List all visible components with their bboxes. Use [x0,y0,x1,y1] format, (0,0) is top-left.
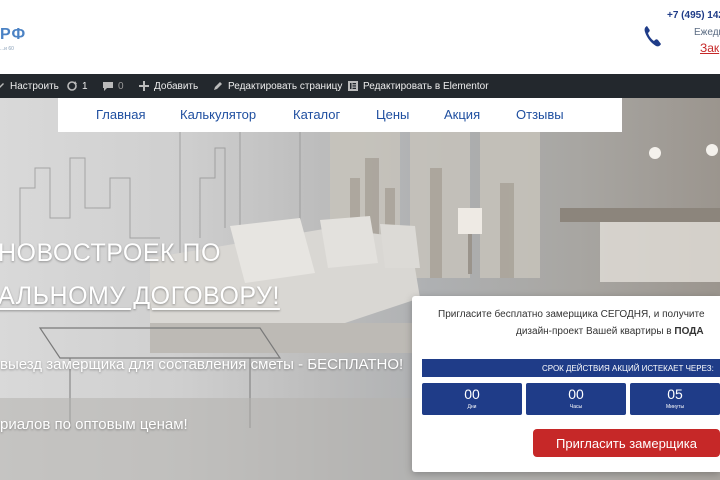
countdown-minutes: 05 Минуты [630,383,720,415]
admin-comments-count: 0 [118,80,124,92]
hero-title-line2: АЛЬНОМУ ДОГОВОРУ! [0,282,280,310]
countdown-hours-label: Часы [569,404,583,410]
comment-icon [102,80,114,92]
brush-icon [0,80,6,92]
offer-text-line2: дизайн-проект Вашей квартиры в ПОДА [516,326,704,337]
offer-text-line2-bold: ПОДА [674,326,704,337]
nav-reviews[interactable]: Отзывы [516,107,564,122]
countdown-minutes-value: 05 [667,386,683,402]
offer-text-line1: Пригласите бесплатно замерщика СЕГОДНЯ, … [438,309,705,320]
refresh-icon [66,80,78,92]
order-call-link[interactable]: Зак [700,41,719,55]
nav-prices[interactable]: Цены [376,107,409,122]
countdown-days: 00 Дни [422,383,522,415]
offer-text-line2-prefix: дизайн-проект Вашей квартиры в [516,326,675,337]
countdown-days-value: 00 [464,386,480,402]
admin-comments[interactable]: 0 [102,74,124,98]
pencil-icon [212,80,224,92]
admin-edit-page-label: Редактировать страницу [228,80,343,92]
admin-updates[interactable]: 1 [66,74,88,98]
admin-edit-elementor[interactable]: Редактировать в Elementor [347,74,489,98]
admin-customize-label: Настроить [10,80,59,92]
hero-benefit-2: риалов по оптовым ценам! [0,416,188,433]
nav-promo[interactable]: Акция [444,107,480,122]
phone-number[interactable]: +7 (495) 142- [667,10,720,21]
site-logo[interactable]: РФ ...и 60 [0,26,26,52]
hero-title-line1: НОВОСТРОЕК ПО [0,239,221,267]
admin-add-new[interactable]: Добавить [138,74,198,98]
admin-add-new-label: Добавить [154,80,199,92]
logo-subtitle: ...и 60 [0,46,14,52]
nav-calculator[interactable]: Калькулятор [180,107,256,122]
countdown-hours: 00 Часы [526,383,626,415]
working-hours: Ежедн [694,27,720,38]
hero-benefit-1: выезд замерщика для составления сметы - … [0,356,404,373]
main-nav: Главная Калькулятор Каталог Цены Акция О… [58,98,622,132]
elementor-icon [347,80,359,92]
site-header: РФ ...и 60 +7 (495) 142- Ежедн Зак [0,0,720,68]
logo-text: РФ [0,26,27,43]
admin-edit-elementor-label: Редактировать в Elementor [363,80,489,92]
admin-bar: Настроить 1 0 Добавить Редактировать стр… [0,74,720,98]
phone-icon [644,26,661,47]
countdown-minutes-label: Минуты [665,404,685,410]
admin-edit-page[interactable]: Редактировать страницу [212,74,342,98]
plus-icon [138,80,150,92]
countdown-hours-value: 00 [568,386,584,402]
admin-updates-count: 1 [82,80,88,92]
deadline-banner: СРОК ДЕЙСТВИЯ АКЦИЙ ИСТЕКАЕТ ЧЕРЕЗ: [422,359,720,377]
admin-customize[interactable]: Настроить [0,74,59,98]
nav-home[interactable]: Главная [96,107,145,122]
invite-measurer-button[interactable]: Пригласить замерщика [533,429,720,457]
countdown-days-label: Дни [467,404,477,410]
nav-catalog[interactable]: Каталог [293,107,340,122]
offer-panel: Пригласите бесплатно замерщика СЕГОДНЯ, … [412,296,720,472]
